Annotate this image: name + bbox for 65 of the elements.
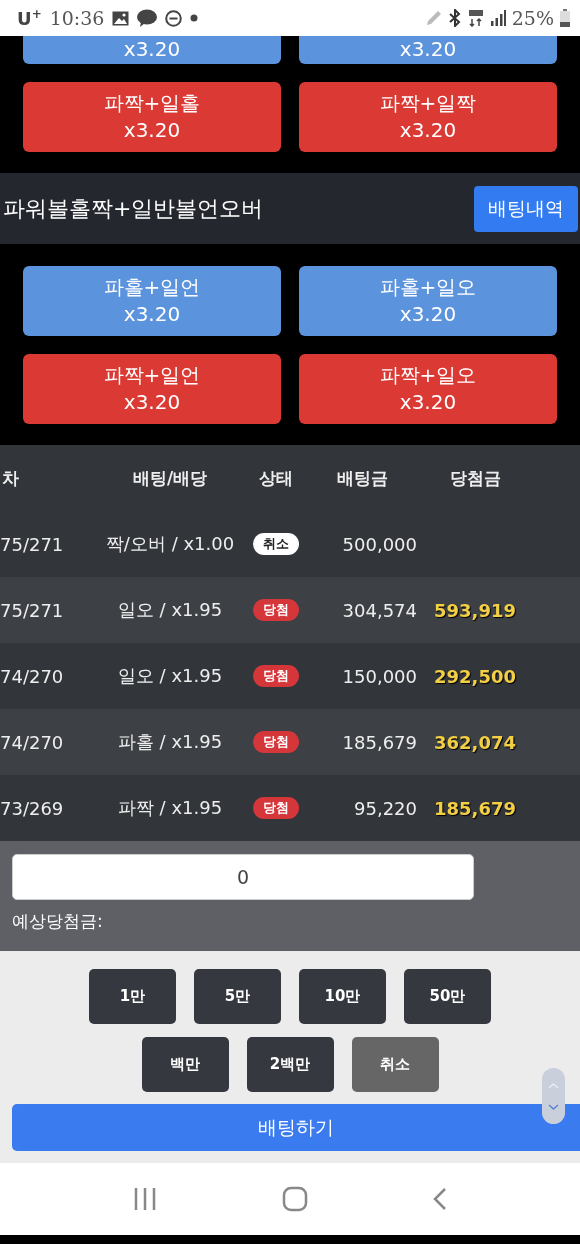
status-badge: 당첨 — [253, 665, 299, 687]
bet-option-button[interactable]: x3.20 — [23, 36, 281, 64]
status-badge: 당첨 — [253, 731, 299, 753]
bluetooth-icon — [447, 9, 462, 27]
status-badge: 취소 — [253, 533, 299, 555]
bet-option-button[interactable]: 파홀+일언 x3.20 — [23, 266, 281, 336]
amount-cell-text: 95,220 — [353, 797, 417, 819]
column-header: 배팅금 — [335, 466, 389, 490]
bet-option-button[interactable]: x3.20 — [299, 36, 557, 64]
column-header: 차 — [1, 466, 20, 490]
amount-button[interactable]: 2백만 — [246, 1037, 334, 1092]
lte-signal-icon — [467, 9, 484, 27]
image-icon — [112, 10, 130, 26]
bet-history-button[interactable]: 배팅내역 — [474, 185, 578, 232]
do-not-disturb-icon — [165, 9, 183, 27]
round-cell-text: 73/269 — [0, 797, 65, 819]
expected-winnings-label: 예상당첨금: — [12, 910, 104, 933]
bet-cell-text: 파짝 / x1.95 — [116, 796, 224, 820]
round-cell-text: 75/271 — [0, 599, 65, 621]
place-bet-button[interactable]: 배팅하기 — [12, 1104, 580, 1151]
round-cell-text: 74/270 — [0, 665, 65, 687]
bet-option-button[interactable]: 파홀+일오 x3.20 — [299, 266, 557, 336]
winnings-cell-text: 593,919 — [433, 599, 517, 621]
winnings-cell-text: 292,500 — [433, 665, 517, 687]
bet-option-button[interactable]: 파짝+일짝 x3.20 — [299, 82, 557, 152]
round-cell-text: 74/270 — [0, 731, 65, 753]
bet-cell-text: 파홀 / x1.95 — [116, 730, 224, 754]
amount-cell-text: 150,000 — [341, 665, 417, 687]
amount-cell-text: 304,574 — [341, 599, 417, 621]
amount-button[interactable]: 1만 — [89, 969, 176, 1024]
bet-amount-field[interactable]: 0 — [12, 854, 474, 900]
status-badge: 당첨 — [253, 797, 299, 819]
scroll-buttons-icon[interactable] — [542, 1068, 565, 1124]
pencil-icon — [424, 9, 442, 27]
amount-cell-text: 185,679 — [341, 731, 417, 753]
carrier-label: U$^{+}$ — [17, 7, 42, 29]
amount-cell-text: 500,000 — [341, 533, 417, 555]
battery-percent: 25% — [511, 7, 554, 29]
battery-icon — [560, 9, 570, 27]
bet-option-button[interactable]: 파짝+일언 x3.20 — [23, 354, 281, 424]
signal-icon — [489, 10, 506, 26]
bet-option-button[interactable]: 파짝+일오 x3.20 — [299, 354, 557, 424]
bet-cell-text: 일오 / x1.95 — [116, 664, 224, 688]
amount-button[interactable]: 백만 — [141, 1037, 229, 1092]
column-header: 배팅/배당 — [131, 466, 209, 490]
dot-icon — [190, 14, 199, 22]
section-title: 파워볼홀짝+일반볼언오버 — [3, 194, 264, 223]
winnings-cell-text: 185,679 — [433, 797, 517, 819]
bet-cell-text: 짝/오버 / x1.00 — [104, 532, 236, 556]
column-header: 상태 — [258, 466, 294, 490]
column-header: 당첨금 — [448, 466, 502, 490]
clock-text: 10:36 — [49, 7, 105, 29]
amount-button[interactable]: 10만 — [299, 969, 386, 1024]
winnings-cell-text: 362,074 — [433, 731, 517, 753]
amount-button[interactable]: 50만 — [404, 969, 491, 1024]
home-icon[interactable] — [282, 1186, 308, 1212]
status-badge: 당첨 — [253, 599, 299, 621]
back-icon[interactable] — [433, 1188, 448, 1210]
chat-bubble-icon — [137, 9, 158, 27]
round-cell-text: 75/271 — [0, 533, 65, 555]
amount-button[interactable]: 5만 — [194, 969, 281, 1024]
bet-option-button[interactable]: 파짝+일홀 x3.20 — [23, 82, 281, 152]
amount-button[interactable]: 취소 — [351, 1037, 439, 1092]
bet-cell-text: 일오 / x1.95 — [116, 598, 224, 622]
recent-apps-icon[interactable] — [132, 1188, 157, 1210]
